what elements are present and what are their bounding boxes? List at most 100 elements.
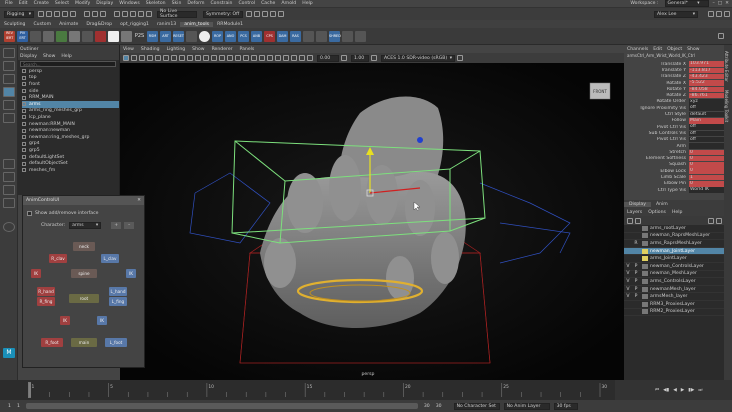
joint-tool-icon[interactable] xyxy=(56,30,67,42)
viewport-menu-lighting[interactable]: Lighting xyxy=(167,47,186,52)
wireframe-on-shaded-icon[interactable] xyxy=(219,55,225,61)
layer-tab-anim[interactable]: Anim xyxy=(651,202,673,207)
scene-canvas[interactable]: FRONT persp xyxy=(120,63,624,380)
layer-menu-layers[interactable]: Layers xyxy=(627,210,642,215)
textured-icon[interactable] xyxy=(227,55,233,61)
dope-sheet-icon[interactable] xyxy=(121,30,132,42)
list-item[interactable]: top xyxy=(22,75,119,82)
channel-row[interactable]: Ctrl Type Vis World IK xyxy=(624,187,724,193)
list-item[interactable]: newman:newman xyxy=(22,127,119,134)
shelf-tab-custom[interactable]: Custom xyxy=(29,22,55,27)
viewport-menu-panels[interactable]: Panels xyxy=(240,47,255,52)
layer-visibility-toggle[interactable]: V xyxy=(624,287,632,292)
anim-layer-select[interactable]: No Anim Layer xyxy=(503,402,550,410)
layer-color-swatch[interactable] xyxy=(642,271,648,277)
gamma-field[interactable]: 1.00 xyxy=(351,54,369,62)
list-item[interactable]: RRM_MAIN xyxy=(22,94,119,101)
shelf-button-dam[interactable]: DAM xyxy=(277,30,288,42)
tool-settings-toggle-icon[interactable] xyxy=(724,11,730,17)
color-management-icon[interactable] xyxy=(371,55,377,61)
list-item[interactable]: defaultLightSet xyxy=(22,154,119,161)
dialog-titlebar[interactable]: AnimControlUI ✕ xyxy=(23,196,144,205)
pose-icon[interactable] xyxy=(303,30,314,42)
shadows-icon[interactable] xyxy=(243,55,249,61)
remove-character-button[interactable]: – xyxy=(124,222,135,229)
fps-select[interactable]: 30 fps xyxy=(553,402,578,410)
layer-visibility-toggle[interactable]: V xyxy=(624,271,632,276)
shelf-button-reset[interactable]: RESET xyxy=(173,30,184,42)
picker-l-clav-button[interactable]: L_clav xyxy=(101,254,119,263)
list-item[interactable]: defaultObjectSet xyxy=(22,160,119,167)
layer-color-swatch[interactable] xyxy=(642,248,648,254)
layer-row[interactable]: V PnewmanMesh_layer xyxy=(624,286,724,294)
ambient-occlusion-icon[interactable] xyxy=(251,55,257,61)
channel-value[interactable] xyxy=(689,143,724,149)
picker-l-foot-button[interactable]: L_foot xyxy=(105,338,127,347)
select-tool-icon[interactable] xyxy=(30,30,41,42)
shelf-button-cps[interactable]: CPS xyxy=(264,30,275,42)
channel-value[interactable]: -43.423 xyxy=(689,73,724,80)
gamma-icon[interactable] xyxy=(341,55,347,61)
move-z-handle[interactable] xyxy=(417,137,423,143)
channel-row[interactable]: Elbow Lock 0 xyxy=(624,168,724,174)
range-end-field[interactable]: 30 xyxy=(436,404,442,409)
layer-color-swatch[interactable] xyxy=(642,225,648,231)
picker-l-leg-ik-button[interactable]: IK xyxy=(97,316,107,325)
outliner-layout-icon[interactable] xyxy=(3,185,15,195)
layer-row[interactable]: newman_JointLayer xyxy=(624,247,724,256)
isolate-select-icon[interactable] xyxy=(283,55,289,61)
shelf-button-art[interactable]: ART xyxy=(160,30,171,42)
range-start-field[interactable]: 1 xyxy=(8,404,11,409)
shelf-button-anb[interactable]: ANB xyxy=(251,30,262,42)
search-icon[interactable] xyxy=(3,222,15,232)
ipr-render-icon[interactable] xyxy=(262,11,268,17)
channel-menu-channels[interactable]: Channels xyxy=(627,47,648,52)
exposure-field[interactable]: 0.00 xyxy=(317,54,339,62)
layer-color-swatch[interactable] xyxy=(642,233,648,239)
list-item[interactable]: meshes_fm xyxy=(22,167,119,174)
layer-row[interactable]: RRM2_ProxiesLayer xyxy=(624,309,724,317)
layer-row[interactable]: RRM3_ProxiesLayer xyxy=(624,301,724,309)
current-time-indicator[interactable] xyxy=(28,382,31,398)
layer-color-swatch[interactable] xyxy=(642,294,648,300)
list-item[interactable]: newman:ring_meshes_grp xyxy=(22,134,119,141)
layer-playback-toggle[interactable]: P xyxy=(632,287,640,292)
wireframe-icon[interactable] xyxy=(203,55,209,61)
layer-color-swatch[interactable] xyxy=(642,240,648,246)
list-item[interactable]: grp4 xyxy=(22,141,119,148)
outliner-search-input[interactable] xyxy=(20,61,116,67)
channel-value[interactable]: off xyxy=(689,130,724,137)
time-slider[interactable]: 1 5 10 15 20 25 30 ⏮ ◀▮ ◀ ▶ ▮▶ ⏭ xyxy=(0,380,732,400)
picker-r-fing-button[interactable]: R_fing xyxy=(37,297,55,306)
layer-color-swatch[interactable] xyxy=(642,263,648,269)
shelf-button-ano[interactable]: ANO xyxy=(225,30,236,42)
channel-value[interactable]: -5.522 xyxy=(689,80,724,86)
channel-row[interactable]: Follow Main xyxy=(624,118,724,124)
move-tool-icon[interactable] xyxy=(3,87,15,97)
list-item[interactable]: front xyxy=(22,81,119,88)
xray-icon[interactable] xyxy=(291,55,297,61)
menu-skin[interactable]: Skin xyxy=(172,1,182,6)
layer-row[interactable]: Rarms_RaprsMeshLayer xyxy=(624,240,724,248)
layer-visibility-toggle[interactable]: V xyxy=(624,294,632,299)
shelf-tab-rrmodule[interactable]: RRModule1 xyxy=(213,22,247,27)
new-scene-icon[interactable] xyxy=(38,11,44,17)
mirror-icon[interactable] xyxy=(316,30,327,42)
shelf-tab-anim-tools[interactable]: anim_tools xyxy=(180,21,214,27)
layer-row[interactable]: V Parms_ControlsLayer xyxy=(624,278,724,286)
save-scene-icon[interactable] xyxy=(54,11,60,17)
channel-row[interactable]: Rotate Order xyz xyxy=(624,99,724,105)
snap-surface-icon[interactable] xyxy=(146,11,152,17)
workspace-select[interactable]: General* ▾ xyxy=(664,0,709,7)
channel-value[interactable]: off xyxy=(689,124,724,130)
gate-mask-icon[interactable] xyxy=(179,55,185,61)
channel-box-toggle-icon[interactable] xyxy=(708,11,714,17)
layer-playback-toggle[interactable]: P xyxy=(632,264,640,269)
channel-value[interactable]: 0 xyxy=(689,168,724,174)
safe-action-icon[interactable] xyxy=(195,55,201,61)
picker-r-leg-ik-button[interactable]: IK xyxy=(60,316,70,325)
new-layer-icon[interactable] xyxy=(708,217,714,224)
picker-r-clav-button[interactable]: R_clav xyxy=(49,254,67,263)
picker-r-hand-button[interactable]: R_hand xyxy=(37,287,55,296)
list-item[interactable]: grp5 xyxy=(22,147,119,154)
